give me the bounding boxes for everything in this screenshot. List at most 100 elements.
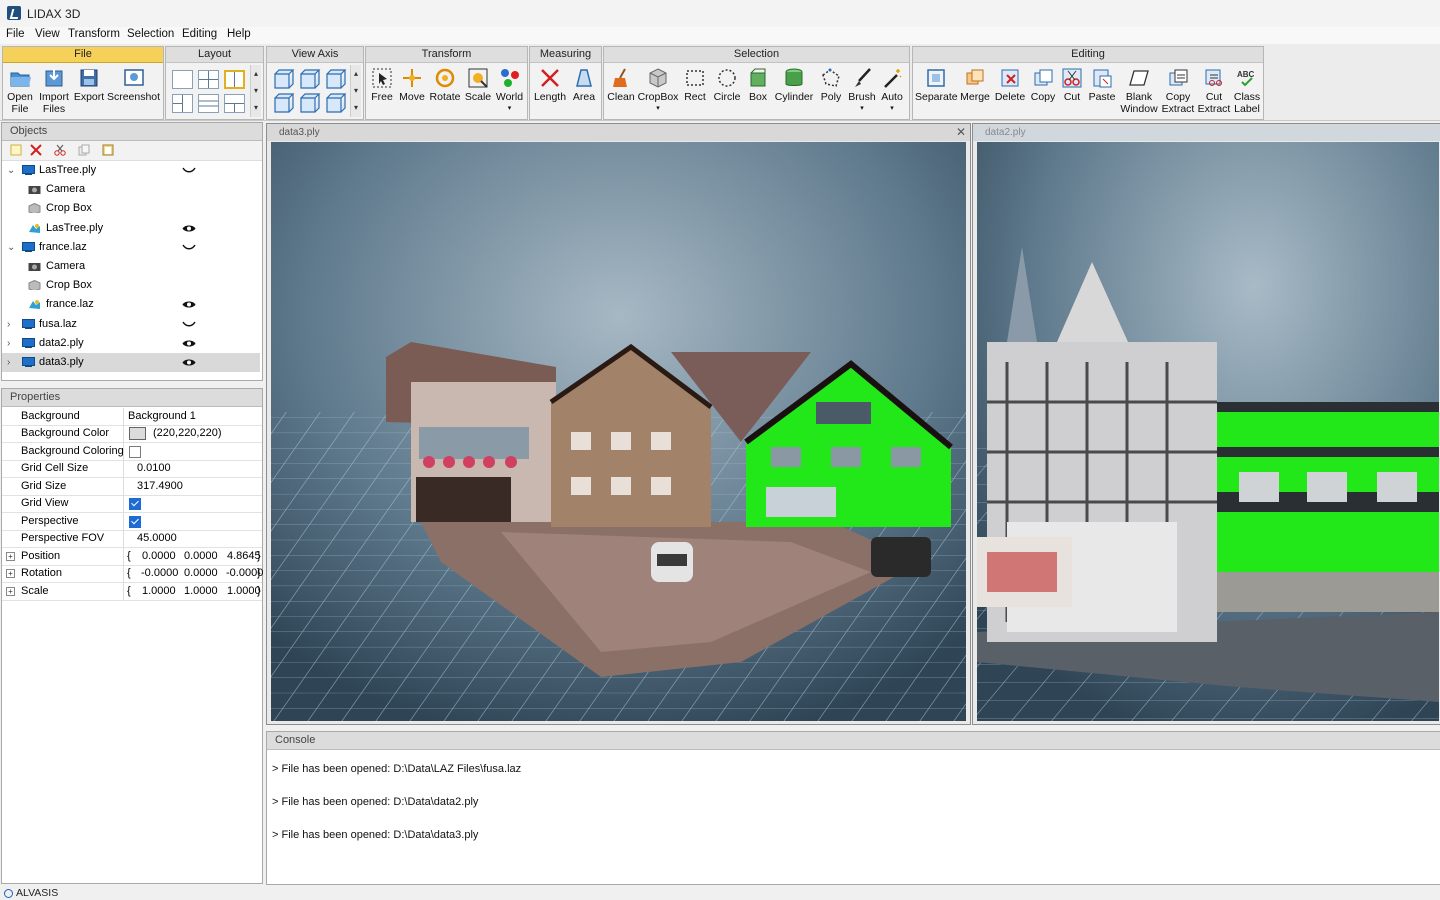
color-swatch[interactable] <box>129 427 146 441</box>
tree-item[interactable]: Crop Box <box>2 276 260 295</box>
pointcloud-view-data2[interactable] <box>977 142 1439 721</box>
edit-delete-button[interactable]: Delete <box>993 65 1027 117</box>
select-auto-button[interactable]: Auto ▾ <box>878 65 906 117</box>
select-cropbox-button[interactable]: CropBox ▾ <box>637 65 679 117</box>
measure-area-button[interactable]: Area <box>569 65 599 117</box>
eye-closed-icon[interactable] <box>182 243 196 252</box>
transform-move-button[interactable]: Move <box>397 65 427 117</box>
eye-open-icon[interactable] <box>182 224 196 233</box>
eye-closed-icon[interactable] <box>182 320 196 329</box>
edit-paste-button[interactable]: Paste <box>1086 65 1118 117</box>
menu-transform[interactable]: Transform <box>68 28 120 40</box>
layout-three-left-button[interactable] <box>172 94 193 113</box>
menu-editing[interactable]: Editing <box>182 28 217 40</box>
measure-length-button[interactable]: Length <box>532 65 568 117</box>
layout-three-rows-button[interactable] <box>198 94 219 113</box>
screenshot-button[interactable]: Screenshot <box>106 65 161 117</box>
menu-help[interactable]: Help <box>227 28 251 40</box>
viewport-data2[interactable]: data2.ply <box>972 123 1440 725</box>
vector-component[interactable]: 1.0000 <box>227 583 261 600</box>
cut-object-icon[interactable] <box>54 144 66 156</box>
select-cylinder-button[interactable]: Cylinder <box>773 65 815 117</box>
edit-copy-button[interactable]: Copy <box>1028 65 1058 117</box>
tree-item[interactable]: france.laz <box>2 295 260 314</box>
import-files-button[interactable]: Import Files <box>37 65 71 117</box>
paste-object-icon[interactable] <box>102 143 114 156</box>
property-value[interactable]: 0.0100 <box>137 460 171 477</box>
transform-free-button[interactable]: Free <box>368 65 396 117</box>
transform-world-button[interactable]: World ▾ <box>494 65 525 117</box>
view-axis-scroll[interactable]: ▴ ▾ ▾ <box>350 65 361 117</box>
vector-component[interactable]: -0.0000 <box>141 565 178 582</box>
expand-plus-icon[interactable]: + <box>6 551 15 561</box>
property-value[interactable]: 317.4900 <box>137 478 183 495</box>
close-icon[interactable]: ✕ <box>956 125 966 139</box>
eye-closed-icon[interactable] <box>182 166 196 175</box>
vector-component[interactable]: 0.0000 <box>184 548 218 565</box>
property-checkbox[interactable] <box>129 515 141 528</box>
open-file-button[interactable]: Open File <box>5 65 35 117</box>
tree-item[interactable]: LasTree.ply <box>2 219 260 238</box>
expand-plus-icon[interactable]: + <box>6 586 15 596</box>
select-box-button[interactable]: Box <box>744 65 772 117</box>
select-brush-button[interactable]: Brush ▾ <box>847 65 877 117</box>
remove-object-icon[interactable] <box>30 144 42 156</box>
edit-separate-button[interactable]: Separate <box>915 65 958 117</box>
eye-open-icon[interactable] <box>182 300 196 309</box>
chevron-right-icon[interactable]: › <box>7 334 10 353</box>
export-button[interactable]: Export <box>73 65 105 117</box>
menu-file[interactable]: File <box>6 28 25 40</box>
edit-cut-extract-button[interactable]: Cut Extract <box>1197 65 1231 117</box>
viewport-tab-data3[interactable]: data3.ply <box>267 124 970 141</box>
menu-view[interactable]: View <box>35 28 60 40</box>
transform-rotate-button[interactable]: Rotate <box>428 65 462 117</box>
eye-open-icon[interactable] <box>182 339 196 348</box>
chevron-right-icon[interactable]: › <box>7 353 10 372</box>
chevron-right-icon[interactable]: › <box>7 315 10 334</box>
tree-item[interactable]: Crop Box <box>2 199 260 218</box>
tree-item[interactable]: ⌄ LasTree.ply <box>2 161 260 180</box>
property-value[interactable]: Background 1 <box>128 408 196 425</box>
eye-open-icon[interactable] <box>182 358 196 367</box>
pointcloud-view-data3[interactable] <box>271 142 966 721</box>
tree-item[interactable]: › data2.ply <box>2 334 260 353</box>
tree-item[interactable]: Camera <box>2 180 260 199</box>
edit-class-label-button[interactable]: ABC Class Label <box>1231 65 1263 117</box>
property-value[interactable]: 45.0000 <box>137 530 177 547</box>
layout-single-button[interactable] <box>172 70 193 89</box>
vector-component[interactable]: 4.8645 <box>227 548 261 565</box>
viewport-data3[interactable]: data3.ply ✕ <box>266 123 971 725</box>
new-object-icon[interactable] <box>10 144 22 156</box>
edit-cut-button[interactable]: Cut <box>1059 65 1085 117</box>
select-poly-button[interactable]: Poly <box>816 65 846 117</box>
tree-item[interactable]: › data3.ply <box>2 353 260 372</box>
select-circle-button[interactable]: Circle <box>711 65 743 117</box>
vector-component[interactable]: 0.0000 <box>184 565 218 582</box>
select-rect-button[interactable]: Rect <box>680 65 710 117</box>
layout-quad-button[interactable] <box>198 70 219 89</box>
expand-plus-icon[interactable]: + <box>6 569 15 579</box>
tree-item[interactable]: Camera <box>2 257 260 276</box>
layout-split-vertical-button[interactable] <box>224 70 245 89</box>
edit-merge-button[interactable]: Merge <box>958 65 992 117</box>
property-checkbox[interactable] <box>129 498 141 511</box>
edit-blank-window-button[interactable]: Blank Window <box>1119 65 1159 117</box>
layout-scroll[interactable]: ▴ ▾ ▾ <box>250 65 261 117</box>
menu-selection[interactable]: Selection <box>127 28 174 40</box>
layout-three-right-button[interactable] <box>224 94 245 113</box>
vector-component[interactable]: 0.0000 <box>142 548 176 565</box>
transform-scale-button[interactable]: Scale <box>463 65 493 117</box>
viewport-tab-data2[interactable]: data2.ply <box>973 124 1440 141</box>
property-value[interactable]: (220,220,220) <box>153 425 222 442</box>
copy-object-icon[interactable] <box>78 144 90 156</box>
view-axis-cube-icons[interactable] <box>272 68 348 116</box>
edit-copy-extract-button[interactable]: Copy Extract <box>1160 65 1196 117</box>
vector-component[interactable]: 1.0000 <box>184 583 218 600</box>
select-clean-button[interactable]: Clean <box>606 65 636 117</box>
vector-component[interactable]: 1.0000 <box>142 583 176 600</box>
tree-item[interactable]: ⌄ france.laz <box>2 238 260 257</box>
chevron-down-icon[interactable]: ⌄ <box>7 238 15 257</box>
property-checkbox[interactable] <box>129 445 141 458</box>
tree-item[interactable]: › fusa.laz <box>2 315 260 334</box>
chevron-down-icon[interactable]: ⌄ <box>7 161 15 180</box>
